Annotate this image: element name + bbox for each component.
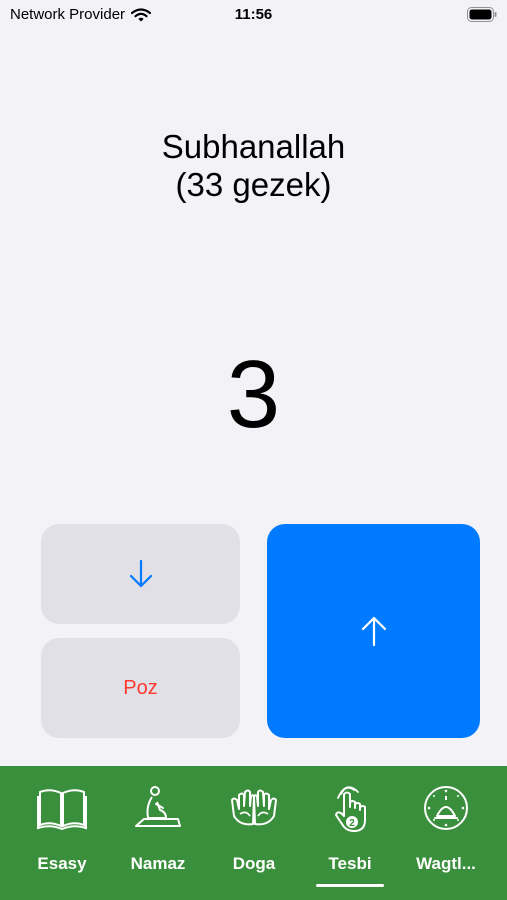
dhikr-title-block: Subhanallah (33 gezek) [0, 128, 507, 204]
arrow-up-icon [361, 616, 386, 647]
tab-doga[interactable]: Doga [204, 766, 304, 900]
battery-icon [467, 7, 497, 22]
status-time: 11:56 [234, 6, 273, 23]
tab-label-tesbi: Tesbi [328, 854, 372, 873]
tab-esasy[interactable]: Esasy [12, 766, 112, 900]
tab-label-wagtlar: Wagtl... [416, 854, 476, 873]
reset-label: Poz [123, 676, 158, 699]
tab-bar: Esasy Namaz Doga 2 Tesbi Wagtl... [0, 766, 507, 900]
tab-wagtlar[interactable]: Wagtl... [396, 766, 496, 900]
reset-button[interactable]: Poz [41, 638, 240, 738]
prayer-icon [135, 786, 181, 827]
clock-icon [424, 786, 468, 830]
tab-label-esasy: Esasy [37, 854, 87, 873]
decrement-button[interactable] [41, 524, 240, 624]
tap-counter-icon: 2 [335, 786, 366, 832]
increment-button[interactable] [267, 524, 480, 738]
tab-namaz[interactable]: Namaz [108, 766, 208, 900]
tab-label-namaz: Namaz [130, 854, 186, 873]
selected-tab-indicator [316, 884, 384, 887]
dhikr-repetitions: (33 gezek) [175, 166, 332, 203]
arrow-down-icon [129, 559, 152, 588]
svg-text:2: 2 [349, 818, 355, 829]
tab-tesbi[interactable]: 2 Tesbi [300, 766, 400, 900]
praying-hands-icon [231, 789, 277, 826]
counter-value: 3 [226, 341, 281, 448]
dhikr-title: Subhanallah [161, 128, 346, 165]
tab-label-doga: Doga [232, 854, 276, 873]
book-icon [37, 789, 87, 831]
status-bar: Network Provider 11:56 [0, 0, 507, 30]
